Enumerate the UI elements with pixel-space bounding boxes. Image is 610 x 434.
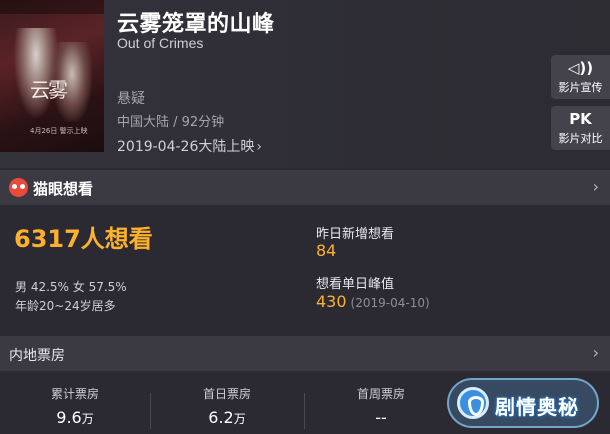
movie-region-duration: 中国大陆 / 92分钟 (117, 115, 225, 130)
chevron-right-icon: › (592, 343, 599, 362)
maoyan-want-header[interactable]: 猫眼想看 › (0, 170, 610, 205)
compare-button[interactable]: PK 影片对比 (551, 106, 610, 150)
gender-ratio: 男 42.5% 女 57.5% (15, 280, 127, 294)
age-distribution: 年龄20~24岁居多 (15, 299, 116, 313)
maoyan-logo-icon (9, 178, 28, 197)
chevron-right-icon: › (592, 177, 599, 196)
box-office-header[interactable]: 内地票房 › (0, 336, 610, 371)
box-office-total: 累计票房 9.6万 (0, 385, 150, 427)
movie-english-title: Out of Crimes (117, 35, 204, 51)
first-day-value: 6.2 (208, 408, 234, 427)
peak-want-label: 想看单日峰值 (316, 277, 395, 292)
total-unit: 万 (81, 412, 94, 426)
movie-title: 云雾笼罩的山峰 (117, 12, 275, 37)
total-value-row: 9.6万 (0, 408, 150, 427)
movie-detail-page: 云雾 4月26日 警示上映 云雾笼罩的山峰 Out of Crimes 悬疑 中… (0, 0, 610, 434)
want-stats-panel: 6317人想看 男 42.5% 女 57.5% 年龄20~24岁居多 昨日新增想… (0, 205, 610, 327)
new-want-value: 84 (316, 241, 337, 260)
poster-title: 云雾 (30, 78, 68, 102)
peak-want-value: 430 (316, 292, 347, 311)
total-label: 累计票房 (50, 387, 99, 401)
divider (304, 393, 305, 429)
first-week-value: -- (375, 408, 387, 427)
box-office-first-week: 首周票房 -- (306, 385, 456, 427)
promo-button[interactable]: ◁)) 影片宣传 (551, 55, 610, 99)
movie-header: 云雾 4月26日 警示上映 云雾笼罩的山峰 Out of Crimes 悬疑 中… (0, 0, 610, 168)
pk-icon: PK (569, 110, 592, 128)
peak-want-row: 430 (2019-04-10) (316, 292, 430, 311)
first-day-value-row: 6.2万 (152, 408, 302, 427)
box-office-first-day: 首日票房 6.2万 (152, 385, 302, 427)
watermark: 剧情奥秘 (447, 378, 599, 428)
poster-top-strip (0, 0, 104, 14)
divider (150, 393, 151, 429)
first-day-label: 首日票房 (202, 387, 251, 401)
total-value: 9.6 (56, 408, 82, 427)
first-week-label: 首周票房 (356, 387, 405, 401)
speaker-icon: ◁)) (567, 59, 594, 77)
chevron-right-icon: › (256, 139, 262, 155)
watermark-text: 剧情奥秘 (495, 395, 579, 419)
want-count: 6317人想看 (14, 225, 153, 253)
peak-want-date: (2019-04-10) (350, 296, 430, 310)
new-want-label: 昨日新增想看 (316, 227, 395, 242)
movie-poster[interactable]: 云雾 4月26日 警示上映 (0, 0, 104, 152)
release-date: 2019-04-26大陆上映 (117, 139, 255, 155)
maoyan-section-title: 猫眼想看 (33, 180, 94, 198)
compare-label: 影片对比 (558, 132, 603, 145)
first-day-unit: 万 (233, 412, 246, 426)
poster-caption: 4月26日 警示上映 (30, 127, 88, 135)
watermark-logo-icon (457, 387, 489, 419)
movie-genre: 悬疑 (117, 91, 145, 107)
release-date-link[interactable]: 2019-04-26大陆上映 › (117, 136, 262, 156)
promo-label: 影片宣传 (558, 81, 603, 94)
box-office-title: 内地票房 (9, 348, 65, 364)
